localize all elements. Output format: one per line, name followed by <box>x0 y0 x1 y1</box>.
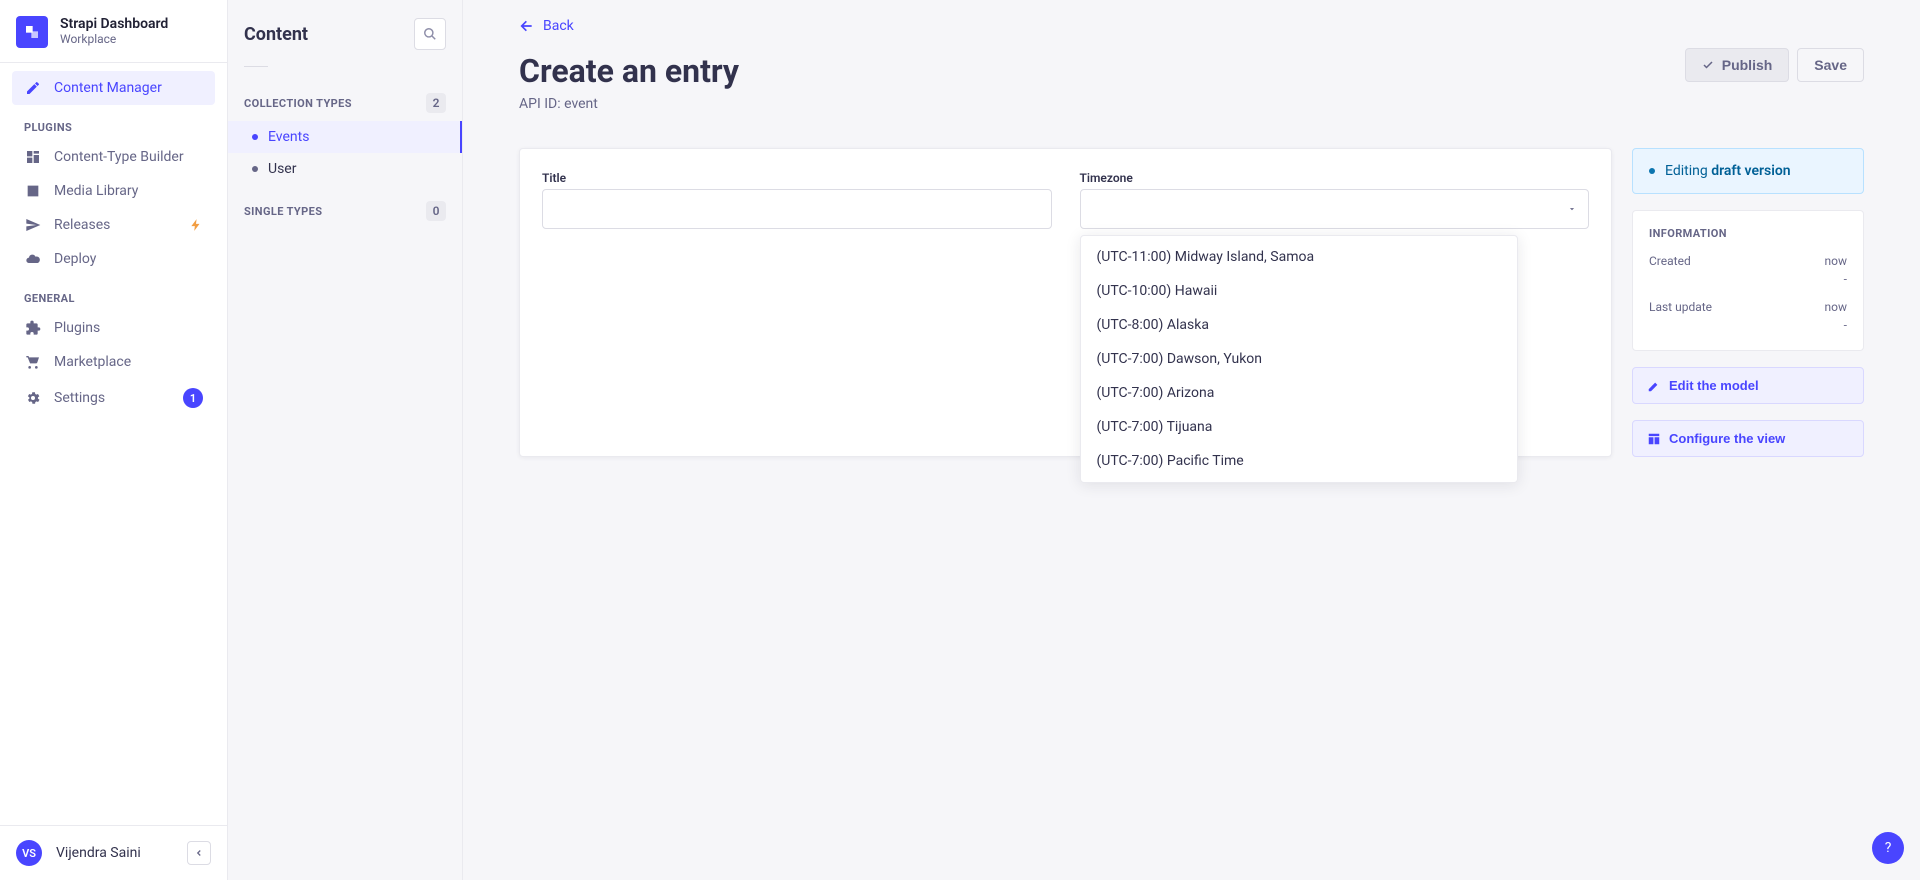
strapi-logo-icon <box>16 16 48 48</box>
bullet-icon <box>252 134 258 140</box>
content-search-button[interactable] <box>414 18 446 50</box>
gear-icon <box>24 390 42 406</box>
cloud-icon <box>24 251 42 267</box>
page-title: Create an entry <box>519 52 739 90</box>
updated-by: - <box>1844 318 1847 332</box>
nav-section-general: GENERAL <box>12 276 215 311</box>
single-types-label: SINGLE TYPES <box>244 205 322 218</box>
lightning-icon <box>189 218 203 232</box>
title-input[interactable] <box>542 189 1052 229</box>
image-icon <box>24 183 42 199</box>
edit-model-label: Edit the model <box>1669 378 1759 393</box>
configure-view-button[interactable]: Configure the view <box>1632 420 1864 457</box>
collection-types-label: COLLECTION TYPES <box>244 97 352 110</box>
nav-label: Media Library <box>54 183 138 199</box>
collection-types-header: COLLECTION TYPES 2 <box>228 77 462 121</box>
search-icon <box>423 27 437 41</box>
single-types-header: SINGLE TYPES 0 <box>228 185 462 229</box>
information-title: INFORMATION <box>1649 227 1847 240</box>
check-icon <box>1702 59 1714 71</box>
timezone-option[interactable]: (UTC-8:00) Alaska <box>1081 308 1517 342</box>
status-dot-icon <box>1649 168 1655 174</box>
updated-label: Last update <box>1649 300 1712 314</box>
help-label: ? <box>1885 840 1892 856</box>
edit-model-button[interactable]: Edit the model <box>1632 367 1864 404</box>
layout-icon <box>24 149 42 165</box>
divider <box>244 66 268 67</box>
nav-deploy[interactable]: Deploy <box>12 242 215 276</box>
content-type-events[interactable]: Events <box>228 121 462 153</box>
paper-plane-icon <box>24 217 42 233</box>
pencil-icon <box>1647 379 1661 393</box>
publish-label: Publish <box>1722 57 1773 73</box>
timezone-option[interactable]: (UTC-11:00) Midway Island, Samoa <box>1081 240 1517 274</box>
timezone-select[interactable] <box>1080 189 1590 229</box>
publish-button[interactable]: Publish <box>1685 48 1790 82</box>
timezone-option[interactable]: (UTC-7:00) Pacific Time <box>1081 444 1517 478</box>
pencil-square-icon <box>24 80 42 96</box>
settings-badge: 1 <box>183 388 203 408</box>
content-panel-title: Content <box>244 24 308 45</box>
nav-releases[interactable]: Releases <box>12 208 215 242</box>
created-label: Created <box>1649 254 1691 268</box>
puzzle-icon <box>24 320 42 336</box>
nav-label: Content Manager <box>54 80 162 96</box>
brand-header: Strapi Dashboard Workplace <box>0 0 227 63</box>
user-name: Vijendra Saini <box>56 845 141 861</box>
collection-types-count: 2 <box>426 93 446 113</box>
ct-item-label: Events <box>268 129 309 145</box>
timezone-option[interactable]: (UTC-7:00) Dawson, Yukon <box>1081 342 1517 376</box>
timezone-option[interactable]: (UTC-7:00) Tijuana <box>1081 410 1517 444</box>
nav-settings[interactable]: Settings 1 <box>12 379 215 417</box>
single-types-count: 0 <box>426 201 446 221</box>
status-banner: Editing draft version <box>1632 148 1864 194</box>
primary-sidebar: Strapi Dashboard Workplace Content Manag… <box>0 0 228 880</box>
nav-marketplace[interactable]: Marketplace <box>12 345 215 379</box>
nav-media-library[interactable]: Media Library <box>12 174 215 208</box>
nav-label: Deploy <box>54 251 96 267</box>
user-avatar[interactable]: VS <box>16 840 42 866</box>
timezone-dropdown: (UTC-11:00) Midway Island, Samoa (UTC-10… <box>1080 235 1518 483</box>
help-button[interactable]: ? <box>1872 832 1904 864</box>
layout-icon <box>1647 432 1661 446</box>
save-label: Save <box>1814 57 1847 73</box>
created-value: now <box>1825 254 1848 268</box>
form-card: Title Timezone <box>519 148 1612 457</box>
content-type-user[interactable]: User <box>228 153 462 185</box>
nav-label: Marketplace <box>54 354 131 370</box>
nav-plugins[interactable]: Plugins <box>12 311 215 345</box>
save-button[interactable]: Save <box>1797 48 1864 82</box>
created-by: - <box>1844 272 1847 286</box>
nav-label: Releases <box>54 217 110 233</box>
main-content: Back Create an entry API ID: event Publi… <box>463 0 1920 880</box>
nav-content-manager[interactable]: Content Manager <box>12 71 215 105</box>
content-sidebar: Content COLLECTION TYPES 2 Events User S… <box>228 0 463 880</box>
nav-label: Settings <box>54 390 105 406</box>
updated-value: now <box>1825 300 1848 314</box>
collapse-sidebar-button[interactable] <box>187 841 211 865</box>
timezone-option[interactable]: (UTC-7:00) Arizona <box>1081 376 1517 410</box>
back-label: Back <box>543 18 574 34</box>
nav-label: Plugins <box>54 320 100 336</box>
nav-content-type-builder[interactable]: Content-Type Builder <box>12 140 215 174</box>
back-link[interactable]: Back <box>519 18 574 34</box>
api-id-label: API ID: event <box>519 96 739 112</box>
cart-icon <box>24 354 42 370</box>
timezone-field-label: Timezone <box>1080 171 1590 185</box>
information-card: INFORMATION Created now - Last update no… <box>1632 210 1864 351</box>
arrow-left-icon <box>519 18 535 34</box>
nav-footer: VS Vijendra Saini <box>0 825 227 880</box>
configure-view-label: Configure the view <box>1669 431 1785 446</box>
ct-item-label: User <box>268 161 296 177</box>
editing-prefix: Editing <box>1665 163 1711 179</box>
nav-label: Content-Type Builder <box>54 149 184 165</box>
brand-subtitle: Workplace <box>60 32 168 48</box>
timezone-option[interactable]: (UTC-10:00) Hawaii <box>1081 274 1517 308</box>
nav-section-plugins: PLUGINS <box>12 105 215 140</box>
draft-version-label: draft version <box>1711 163 1790 179</box>
bullet-icon <box>252 166 258 172</box>
title-field-label: Title <box>542 171 1052 185</box>
brand-title: Strapi Dashboard <box>60 16 168 32</box>
